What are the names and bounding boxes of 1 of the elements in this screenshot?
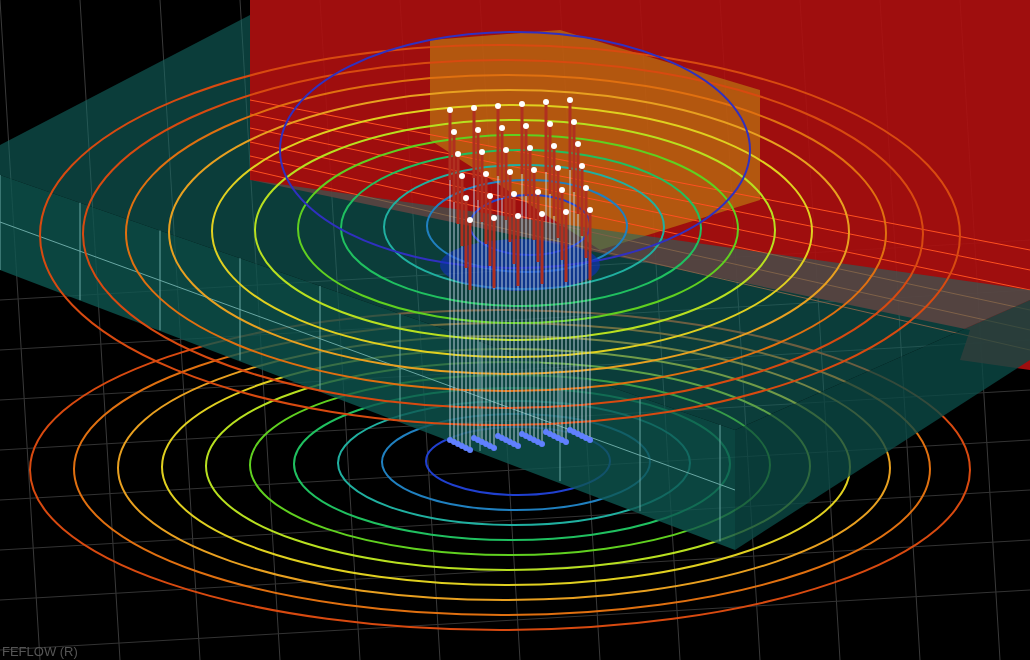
software-label: FEFLOW (R) — [2, 644, 78, 659]
